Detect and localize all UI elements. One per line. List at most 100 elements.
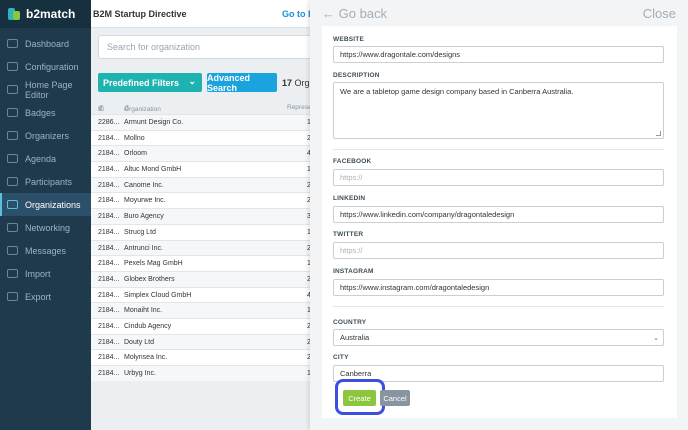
- row-organization: Pexels Mag GmbH: [124, 260, 183, 268]
- row-id: 2184...: [98, 166, 120, 174]
- sidebar-item-label: Participants: [25, 176, 73, 187]
- table-row[interactable]: 2184... Antrunci Inc. 2: [91, 239, 311, 256]
- description-text: We are a tabletop game design company ba…: [340, 87, 574, 96]
- table-row[interactable]: 2184... Moyurwe Inc. 2: [91, 192, 311, 209]
- table-row[interactable]: 2184... Mollno 2: [91, 129, 311, 146]
- instagram-field[interactable]: https://www.instagram.com/dragontaledesi…: [333, 279, 664, 296]
- building-icon: [7, 200, 18, 209]
- row-organization: Armunt Design Co.: [124, 119, 184, 126]
- table-row[interactable]: 2184... Strucg Ltd 1: [91, 223, 311, 240]
- search-input[interactable]: Search for organization: [98, 35, 318, 59]
- twitter-field[interactable]: https://: [333, 242, 664, 259]
- event-title: B2M Startup Directive: [93, 8, 187, 19]
- row-organization: Mollno: [124, 134, 145, 142]
- row-organization: Orloom: [124, 150, 147, 158]
- sidebar-item-import[interactable]: Import: [0, 262, 91, 285]
- row-id: 2184...: [98, 260, 120, 268]
- chevron-down-icon: ⌄: [188, 76, 196, 86]
- main-content: Search for organization Predefined Filte…: [91, 28, 318, 430]
- go-back-button[interactable]: ← Go back: [322, 6, 387, 21]
- row-organization: Simplex Cloud GmbH: [124, 291, 192, 299]
- export-icon: [7, 292, 18, 301]
- badge-icon: [7, 108, 18, 117]
- website-label: WEBSITE: [333, 36, 365, 43]
- table-row[interactable]: 2184... Urbyg Inc. 1: [91, 365, 311, 381]
- sidebar-item-label: Home Page Editor: [25, 79, 73, 100]
- table-row[interactable]: 2184... Monaiht Inc. 1: [91, 302, 311, 318]
- count-number: 17: [282, 78, 293, 88]
- table-row[interactable]: 2184... Buro Agency 3: [91, 208, 311, 224]
- organizations-table: ID ⇵ Organization ⇵ Represe 2286... Armun…: [91, 102, 312, 381]
- cancel-button[interactable]: Cancel: [380, 390, 410, 406]
- sidebar-item-label: Agenda: [25, 153, 57, 164]
- predefined-filters-dropdown[interactable]: Predefined Filters ⌄: [98, 73, 202, 92]
- panel-header: ← Go back Close: [310, 0, 688, 26]
- sidebar-item-messages[interactable]: Messages: [0, 239, 91, 262]
- row-id: 2184...: [98, 354, 120, 362]
- users-icon: [7, 131, 18, 140]
- row-id: 2184...: [98, 213, 120, 221]
- sidebar: b2match Dashboard Configuration Home Pag…: [0, 0, 91, 430]
- city-field[interactable]: Canberra: [333, 365, 664, 382]
- row-organization: Molynsea Inc.: [124, 354, 168, 362]
- country-value: Australia: [340, 333, 370, 342]
- sidebar-item-configuration[interactable]: Configuration: [0, 55, 91, 78]
- row-organization: Canome Inc.: [124, 181, 164, 189]
- city-label: CITY: [333, 354, 349, 361]
- gear-icon: [7, 62, 18, 71]
- sidebar-item-label: Organizations: [25, 199, 81, 210]
- table-row[interactable]: 2184... Molynsea Inc. 2: [91, 349, 311, 365]
- sidebar-item-label: Badges: [25, 107, 56, 118]
- sidebar-item-label: Organizers: [25, 130, 70, 141]
- predefined-filters-label: Predefined Filters: [103, 77, 180, 88]
- sidebar-item-label: Networking: [25, 222, 71, 233]
- row-organization: Urbyg Inc.: [124, 370, 156, 377]
- sidebar-item-organizers[interactable]: Organizers: [0, 124, 91, 147]
- table-row[interactable]: 2184... Globex Brothers 2: [91, 270, 311, 287]
- close-button[interactable]: Close: [643, 6, 676, 21]
- row-organization: Monaiht Inc.: [124, 307, 163, 315]
- go-back-label: Go back: [338, 6, 388, 21]
- sidebar-item-badges[interactable]: Badges: [0, 101, 91, 124]
- facebook-field[interactable]: https://: [333, 169, 664, 186]
- column-representatives[interactable]: Represe: [287, 104, 312, 111]
- sidebar-item-export[interactable]: Export: [0, 285, 91, 308]
- chevron-down-icon: ⌄: [653, 335, 659, 342]
- column-organization[interactable]: Organization ⇵: [124, 104, 161, 113]
- row-id: 2184...: [98, 322, 120, 330]
- table-row[interactable]: 2286... Armunt Design Co. 1: [91, 114, 311, 130]
- sidebar-item-home-page-editor[interactable]: Home Page Editor: [0, 78, 91, 101]
- row-organization: Douty Ltd: [124, 338, 154, 346]
- sidebar-item-networking[interactable]: Networking: [0, 216, 91, 239]
- people-icon: [7, 177, 18, 186]
- website-field[interactable]: https://www.dragontale.com/designs: [333, 46, 664, 63]
- column-organization-label: Organization: [124, 106, 161, 113]
- column-id[interactable]: ID ⇵: [98, 104, 105, 113]
- logo-text: b2match: [26, 7, 76, 21]
- row-id: 2184...: [98, 307, 120, 315]
- row-organization: Buro Agency: [124, 213, 164, 221]
- sidebar-item-dashboard[interactable]: Dashboard: [0, 32, 91, 55]
- sidebar-item-organizations[interactable]: Organizations: [0, 193, 91, 216]
- envelope-icon: [7, 246, 18, 255]
- row-organization: Moyurwe Inc.: [124, 197, 166, 205]
- linkedin-field[interactable]: https://www.linkedin.com/company/dragont…: [333, 206, 664, 223]
- sidebar-item-label: Messages: [25, 245, 67, 256]
- description-textarea[interactable]: We are a tabletop game design company ba…: [333, 82, 664, 139]
- resize-handle-icon[interactable]: [656, 131, 661, 136]
- table-row[interactable]: 2184... Douty Ltd 2: [91, 333, 311, 350]
- sidebar-item-participants[interactable]: Participants: [0, 170, 91, 193]
- table-row[interactable]: 2184... Orloom 4: [91, 145, 311, 162]
- table-row[interactable]: 2184... Simplex Cloud GmbH 4: [91, 286, 311, 303]
- row-id: 2184...: [98, 338, 120, 346]
- table-row[interactable]: 2184... Canome Inc. 2: [91, 176, 311, 193]
- table-row[interactable]: 2184... Cindub Agency 2: [91, 317, 311, 334]
- country-select[interactable]: Australia ⌄: [333, 329, 664, 346]
- table-row[interactable]: 2184... Altuc Mond GmbH 1: [91, 161, 311, 177]
- table-row[interactable]: 2184... Pexels Mag GmbH 1: [91, 255, 311, 271]
- row-id: 2184...: [98, 181, 120, 189]
- logo[interactable]: b2match: [0, 0, 91, 28]
- sidebar-item-agenda[interactable]: Agenda: [0, 147, 91, 170]
- create-button[interactable]: Create: [343, 390, 376, 406]
- advanced-search-button[interactable]: Advanced Search: [207, 73, 277, 93]
